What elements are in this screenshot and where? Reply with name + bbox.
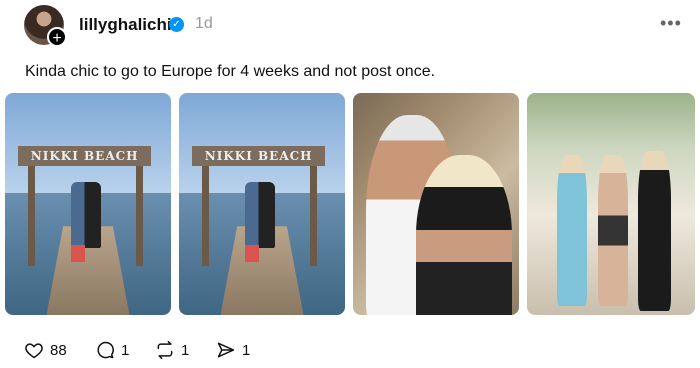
send-icon: [217, 342, 235, 358]
verified-badge-icon: ✓: [169, 17, 184, 32]
post-photo-4[interactable]: [527, 93, 695, 315]
reply-count: 1: [121, 341, 130, 359]
post-photo-3[interactable]: [353, 93, 519, 315]
follow-plus-icon[interactable]: +: [47, 27, 67, 47]
like-button[interactable]: 88: [24, 339, 67, 361]
heart-icon: [25, 343, 43, 359]
reply-button[interactable]: 1: [95, 339, 129, 361]
share-button[interactable]: 1: [216, 339, 250, 361]
post-timestamp[interactable]: 1d: [195, 15, 213, 33]
username-link[interactable]: lillyghalichi: [79, 15, 172, 35]
repost-count: 1: [181, 341, 190, 359]
more-options-icon[interactable]: •••: [660, 13, 682, 34]
repost-button[interactable]: 1: [155, 339, 189, 361]
photo-sign-text: NIKKI BEACH: [18, 146, 152, 167]
photo-sign-text: NIKKI BEACH: [192, 146, 326, 167]
post-photo-2[interactable]: NIKKI BEACH: [179, 93, 345, 315]
post-photo-1[interactable]: NIKKI BEACH: [5, 93, 171, 315]
share-count: 1: [242, 341, 251, 359]
post-caption: Kinda chic to go to Europe for 4 weeks a…: [25, 63, 436, 80]
comment-icon: [97, 341, 114, 359]
like-count: 88: [50, 341, 67, 359]
repost-icon: [157, 340, 173, 360]
